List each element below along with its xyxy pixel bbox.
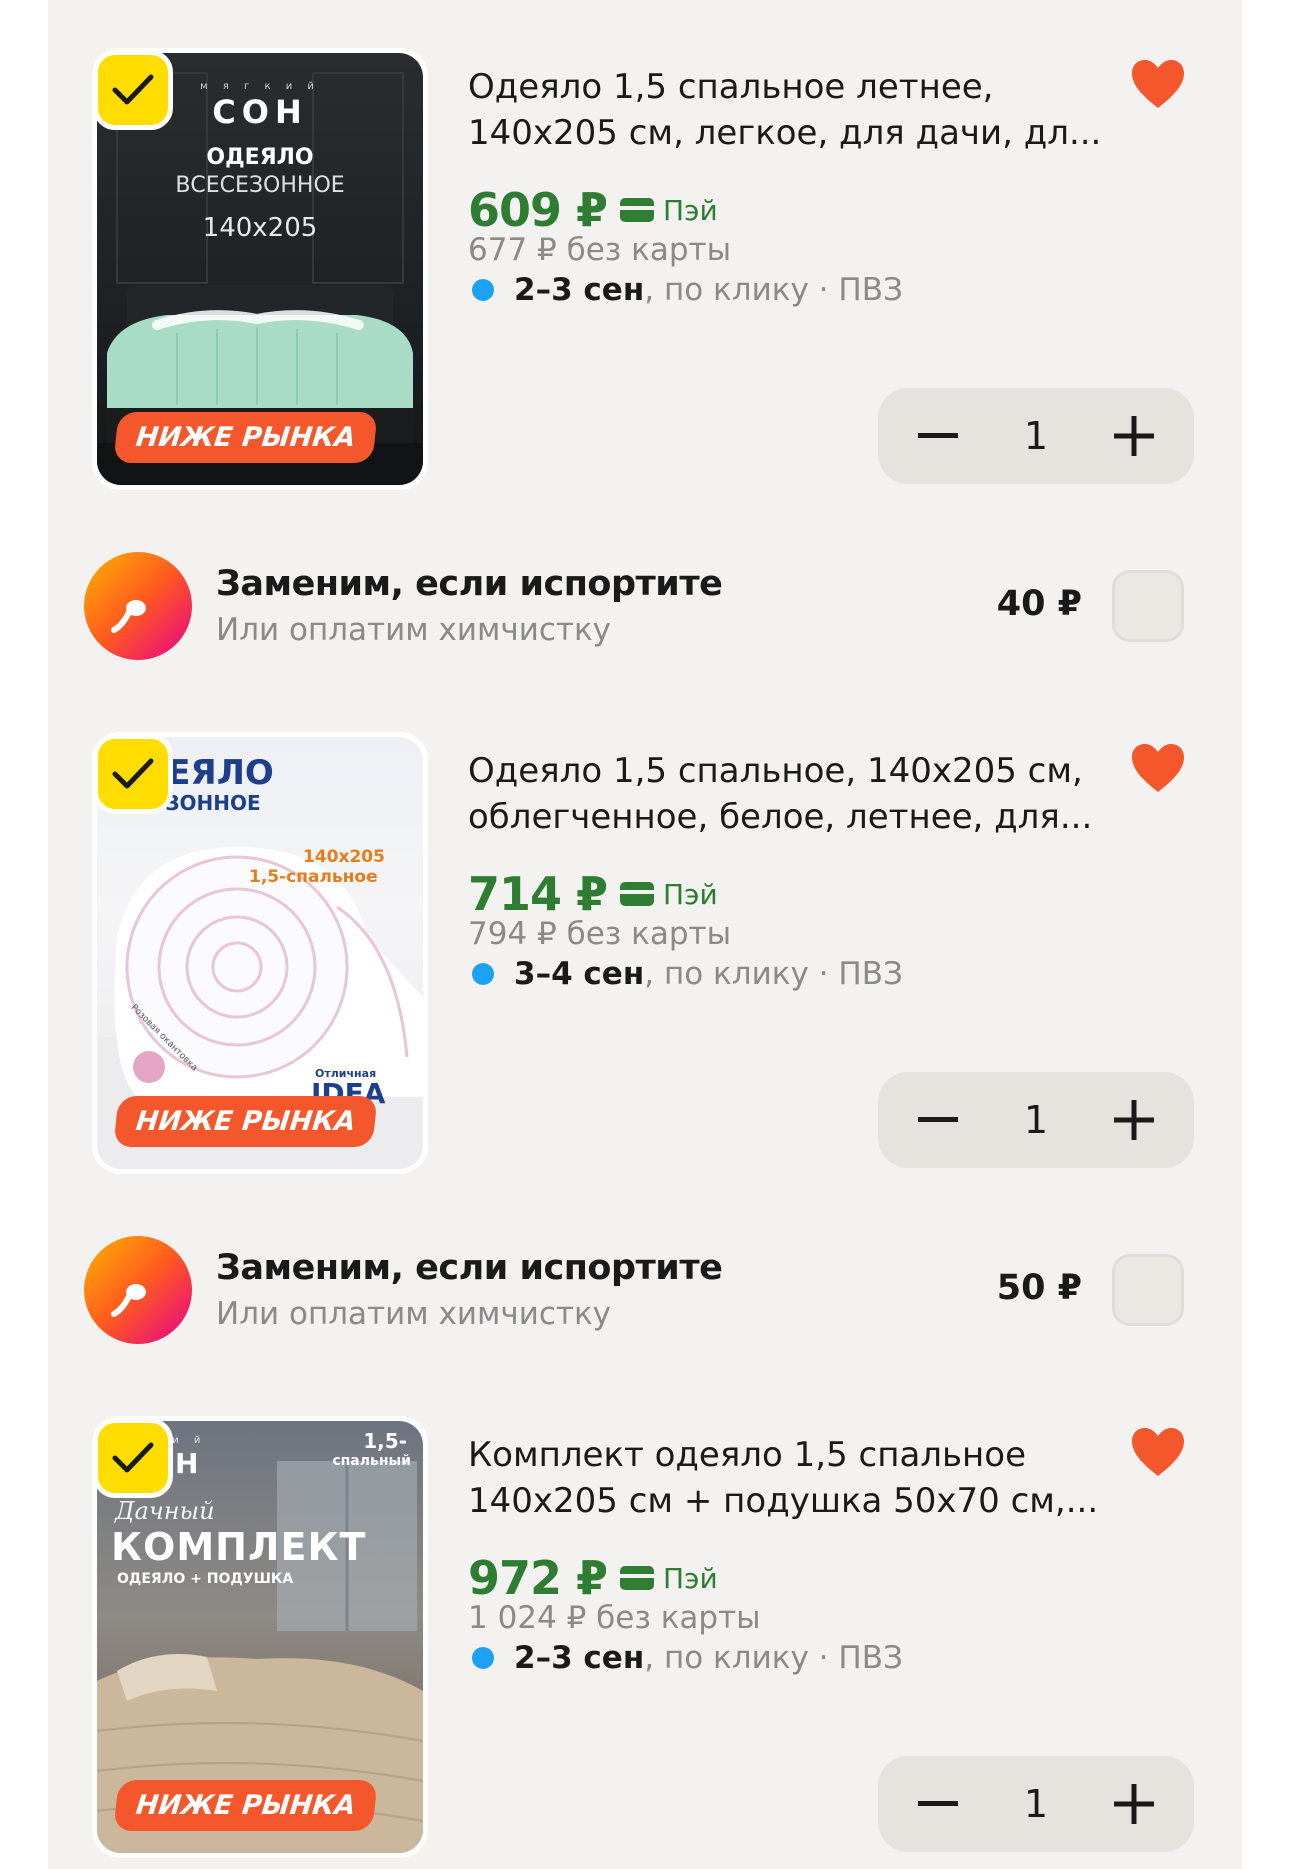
delivery-dot-icon	[472, 279, 494, 301]
product-title-line1: Комплект одеяло 1,5 спальное	[468, 1435, 1026, 1475]
image-corner-2: спальный	[332, 1453, 411, 1469]
image-sub: 1,5-спальное	[249, 867, 378, 887]
checkmark-icon	[112, 1442, 154, 1473]
image-line2: ВСЕСЕЗОННОЕ	[175, 173, 345, 198]
image-line1: ОДЕЯЛО	[206, 145, 314, 170]
image-script: Дачный	[115, 1497, 215, 1525]
delivery-dot-icon	[472, 963, 494, 985]
minus-icon	[918, 1801, 958, 1806]
pay-label: Пэй	[663, 193, 718, 227]
promo-badge: НИЖЕ РЫНКА	[113, 1780, 379, 1831]
protection-logo-icon	[84, 1236, 192, 1344]
checkmark-icon	[112, 74, 154, 105]
delivery-info: 2–3 сен , по клику · ПВЗ	[468, 272, 903, 308]
decrease-button[interactable]	[908, 406, 968, 466]
card-icon	[620, 198, 655, 222]
product-title[interactable]: Комплект одеяло 1,5 спальное 140х205 см …	[468, 1432, 1128, 1524]
product-title-line2: 140х205 см + подушка 50х70 см,...	[468, 1481, 1099, 1521]
price-row: 609 ₽ Пэй	[468, 180, 718, 240]
product-title[interactable]: Одеяло 1,5 спальное, 140х205 см, облегче…	[468, 748, 1128, 840]
protection-price: 40 ₽	[996, 584, 1082, 624]
protection-checkbox[interactable]	[1112, 1254, 1184, 1326]
product-title[interactable]: Одеяло 1,5 спальное летнее, 140х205 см, …	[468, 64, 1128, 156]
minus-icon	[918, 1117, 958, 1122]
checkmark-icon	[112, 758, 154, 789]
promo-badge: НИЖЕ РЫНКА	[113, 412, 379, 463]
image-size: 140х205	[303, 847, 385, 867]
protection-checkbox[interactable]	[1112, 570, 1184, 642]
delivery-date: 3–4 сен	[514, 956, 645, 992]
product-title-line1: Одеяло 1,5 спальное, 140х205 см,	[468, 751, 1083, 791]
plus-icon	[1114, 1784, 1154, 1824]
price: 972 ₽	[468, 1551, 608, 1605]
decrease-button[interactable]	[908, 1774, 968, 1834]
image-size: 140х205	[202, 213, 318, 243]
protection-subtitle: Или оплатим химчистку	[216, 1296, 612, 1332]
favorite-heart-icon[interactable]	[1128, 56, 1188, 112]
card-icon	[620, 1566, 655, 1590]
price: 714 ₽	[468, 867, 608, 921]
price-without-card: 1 024 ₽ без карты	[468, 1600, 761, 1636]
pay-badge: Пэй	[619, 878, 718, 911]
cart-panel: м я г к и й СОН ОДЕЯЛО ВСЕСЕЗОННОЕ 140х2…	[48, 0, 1242, 1869]
plus-icon	[1114, 1100, 1154, 1140]
pay-label: Пэй	[663, 1561, 718, 1595]
decrease-button[interactable]	[908, 1090, 968, 1150]
quantity-stepper: 1	[878, 388, 1194, 484]
delivery-info: 3–4 сен , по клику · ПВЗ	[468, 956, 903, 992]
damage-protection-option: Заменим, если испортите Или оплатим химч…	[48, 1230, 1242, 1350]
select-item-checkbox[interactable]	[93, 734, 173, 814]
plus-icon	[1114, 416, 1154, 456]
protection-price: 50 ₽	[996, 1268, 1082, 1308]
image-line1: КОМПЛЕКТ	[111, 1525, 367, 1569]
increase-button[interactable]	[1104, 406, 1164, 466]
favorite-heart-icon[interactable]	[1128, 1424, 1188, 1480]
delivery-method: , по клику · ПВЗ	[644, 272, 903, 308]
protection-logo-icon	[84, 552, 192, 660]
cart-item: м я г к и й СОН ОДЕЯЛО ВСЕСЕЗОННОЕ 140х2…	[48, 48, 1242, 490]
delivery-date: 2–3 сен	[514, 272, 645, 308]
delivery-info: 2–3 сен , по клику · ПВЗ	[468, 1640, 903, 1676]
damage-protection-option: Заменим, если испортите Или оплатим химч…	[48, 546, 1242, 666]
pay-badge: Пэй	[619, 1562, 718, 1595]
protection-subtitle: Или оплатим химчистку	[216, 612, 612, 648]
delivery-method: , по клику · ПВЗ	[644, 956, 903, 992]
delivery-dot-icon	[472, 1647, 494, 1669]
increase-button[interactable]	[1104, 1090, 1164, 1150]
quantity-value: 1	[1023, 1782, 1049, 1826]
product-title-line1: Одеяло 1,5 спальное летнее,	[468, 67, 994, 107]
price-row: 714 ₽ Пэй	[468, 864, 718, 924]
quantity-value: 1	[1023, 414, 1049, 458]
increase-button[interactable]	[1104, 1774, 1164, 1834]
product-title-line2: облегченное, белое, летнее, для...	[468, 797, 1093, 837]
image-brand: Н	[175, 1447, 199, 1480]
quantity-stepper: 1	[878, 1756, 1194, 1852]
product-title-line2: 140х205 см, легкое, для дачи, дл...	[468, 113, 1102, 153]
price: 609 ₽	[468, 183, 608, 237]
protection-title: Заменим, если испортите	[216, 564, 723, 604]
quantity-stepper: 1	[878, 1072, 1194, 1168]
promo-badge: НИЖЕ РЫНКА	[113, 1096, 379, 1147]
price-without-card: 677 ₽ без карты	[468, 232, 732, 268]
price-without-card: 794 ₽ без карты	[468, 916, 732, 952]
price-row: 972 ₽ Пэй	[468, 1548, 718, 1608]
favorite-heart-icon[interactable]	[1128, 740, 1188, 796]
select-item-checkbox[interactable]	[93, 1418, 173, 1498]
quantity-value: 1	[1023, 1098, 1049, 1142]
delivery-method: , по клику · ПВЗ	[644, 1640, 903, 1676]
select-item-checkbox[interactable]	[93, 50, 173, 130]
delivery-date: 2–3 сен	[514, 1640, 645, 1676]
cart-item: ДЕЯЛО СЕЗОННОЕ 140х205 1,5-спальное Розо…	[48, 732, 1242, 1174]
pay-badge: Пэй	[619, 194, 718, 227]
minus-icon	[918, 433, 958, 438]
card-icon	[620, 882, 655, 906]
image-corner-1: 1,5-	[363, 1429, 407, 1453]
cart-item: к и й Н 1,5- спальный Дачный КОМПЛЕКТ ОД…	[48, 1416, 1242, 1858]
image-line2: ОДЕЯЛО + ПОДУШКА	[117, 1571, 294, 1587]
protection-title: Заменим, если испортите	[216, 1248, 723, 1288]
pay-label: Пэй	[663, 877, 718, 911]
